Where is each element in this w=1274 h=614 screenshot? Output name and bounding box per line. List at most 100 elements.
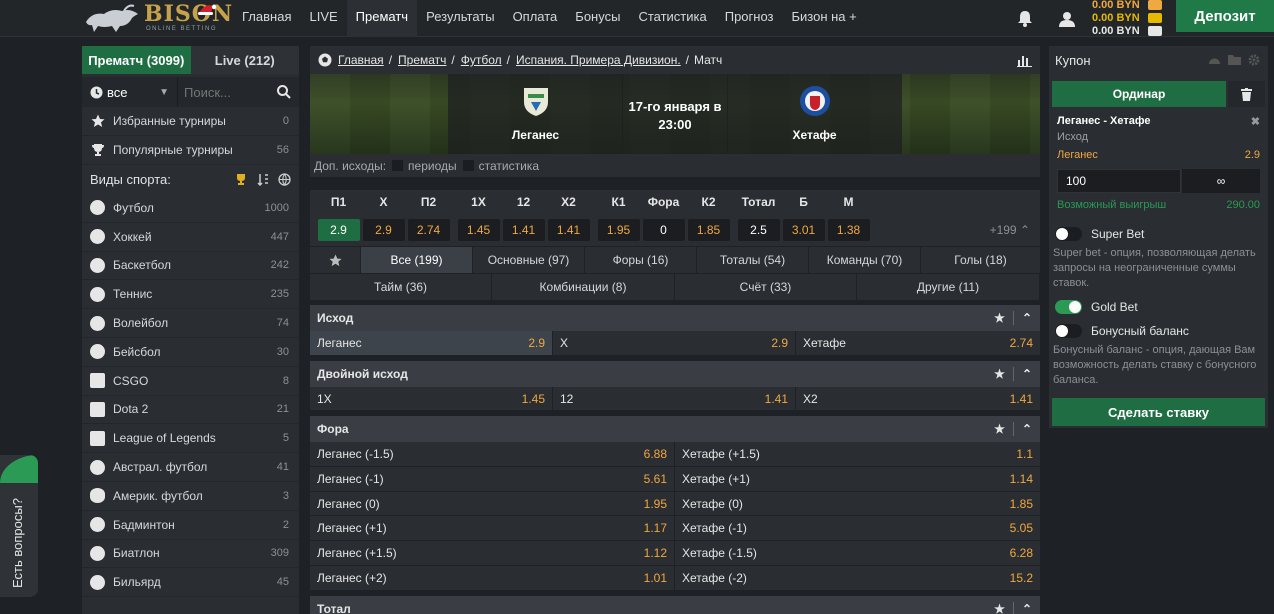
handicap-away[interactable]: Хетафе (-1.5) 6.28 xyxy=(675,541,1040,565)
sport-item-biathlon[interactable]: Биатлон 309 xyxy=(82,539,299,569)
close-icon[interactable]: ✖ xyxy=(1251,115,1260,128)
sport-item-tennis[interactable]: Теннис 235 xyxy=(82,280,299,310)
handicap-home[interactable]: Леганес (-1) 5.61 xyxy=(310,467,675,491)
popular-tournaments[interactable]: Популярные турниры 56 xyxy=(82,136,299,165)
gear-icon[interactable] xyxy=(1248,54,1260,66)
nav-forecast[interactable]: Прогноз xyxy=(716,0,783,37)
breadcrumb-home[interactable]: Главная xyxy=(338,53,384,67)
sport-item-billiards[interactable]: Бильярд 45 xyxy=(82,568,299,598)
sport-item-lol[interactable]: League of Legends 5 xyxy=(82,424,299,454)
trophy-sort-icon[interactable] xyxy=(234,173,248,186)
sport-item-volleyball[interactable]: Волейбол 74 xyxy=(82,309,299,338)
sport-item-basketball[interactable]: Баскетбол 242 xyxy=(82,251,299,281)
breadcrumb-prematch[interactable]: Прематч xyxy=(398,53,446,67)
nav-prematch[interactable]: Прематч xyxy=(346,0,418,37)
goldbet-toggle[interactable] xyxy=(1055,300,1082,314)
market-outcome-header[interactable]: Исход ★ ⌃ xyxy=(310,305,1040,331)
star-icon[interactable]: ★ xyxy=(994,311,1005,325)
handicap-away[interactable]: Хетафе (0) 1.85 xyxy=(675,491,1040,516)
quick-odd-total[interactable]: 2.5 xyxy=(736,219,781,241)
sport-item-dota2[interactable]: Dota 2 21 xyxy=(82,395,299,425)
speedometer-icon[interactable] xyxy=(1208,54,1221,66)
handicap-home[interactable]: Леганес (+1) 1.17 xyxy=(310,516,675,541)
market-handicap-header[interactable]: Фора ★ ⌃ xyxy=(310,416,1040,443)
sport-item-baseball[interactable]: Бейсбол 30 xyxy=(82,337,299,367)
tab-combinations[interactable]: Комбинации (8) xyxy=(492,274,674,300)
tab-other[interactable]: Другие (11) xyxy=(857,274,1039,300)
globe-icon[interactable] xyxy=(278,173,291,186)
quick-odd-over[interactable]: 3.01 xyxy=(781,219,826,241)
tab-live[interactable]: Live (212) xyxy=(190,46,299,74)
user-icon[interactable] xyxy=(1052,0,1082,37)
superbet-toggle[interactable] xyxy=(1055,227,1082,241)
tab-half[interactable]: Тайм (36) xyxy=(310,274,491,300)
nav-live[interactable]: LIVE xyxy=(300,0,346,37)
tab-totals[interactable]: Тоталы (54) xyxy=(697,247,808,273)
quick-odd-under[interactable]: 1.38 xyxy=(826,219,871,241)
market-total-header[interactable]: Тотал ★ ⌃ xyxy=(310,595,1040,614)
favorite-tournaments[interactable]: Избранные турниры 0 xyxy=(82,107,299,136)
bell-icon[interactable] xyxy=(1010,0,1040,37)
bison-logo[interactable]: BISON ONLINE BETTING xyxy=(80,0,232,37)
sport-item-hockey[interactable]: Хоккей 447 xyxy=(82,222,299,252)
deposit-button[interactable]: Депозит xyxy=(1176,0,1274,32)
nav-home[interactable]: Главная xyxy=(233,0,300,37)
handicap-home[interactable]: Леганес (+2) 1.01 xyxy=(310,565,675,590)
handicap-home[interactable]: Леганес (-1.5) 6.88 xyxy=(310,442,675,467)
trash-icon[interactable] xyxy=(1228,81,1265,107)
handicap-home[interactable]: Леганес (+1.5) 1.12 xyxy=(310,541,675,565)
nav-statistics[interactable]: Статистика xyxy=(629,0,715,37)
help-chat-tab[interactable]: Есть вопросы? xyxy=(0,455,38,597)
quick-odd-k1[interactable]: 1.95 xyxy=(596,219,641,241)
sort-icon[interactable] xyxy=(257,173,269,186)
more-markets-button[interactable]: +199 ⌃ xyxy=(990,223,1030,237)
stats-chart-icon[interactable] xyxy=(1017,54,1032,67)
sport-item-american-football[interactable]: Америк. футбол 3 xyxy=(82,481,299,511)
star-icon[interactable]: ★ xyxy=(994,422,1005,436)
nav-results[interactable]: Результаты xyxy=(417,0,503,37)
star-icon[interactable]: ★ xyxy=(994,602,1005,614)
home-team[interactable]: Леганес xyxy=(448,74,623,154)
quick-odd-x[interactable]: 2.9 xyxy=(361,219,406,241)
quick-odd-12[interactable]: 1.41 xyxy=(501,219,546,241)
search-icon[interactable] xyxy=(277,85,291,99)
quick-odd-p2[interactable]: 2.74 xyxy=(406,219,451,241)
chevron-up-icon[interactable]: ⌃ xyxy=(1022,422,1032,436)
chevron-up-icon[interactable]: ⌃ xyxy=(1022,602,1032,614)
nav-payment[interactable]: Оплата xyxy=(504,0,567,37)
search-input[interactable] xyxy=(178,84,268,100)
sport-item-csgo[interactable]: CSGO 8 xyxy=(82,366,299,396)
tab-all[interactable]: Все (199) xyxy=(361,247,472,273)
bonus-balance-toggle[interactable] xyxy=(1055,324,1082,338)
nav-bison-plus[interactable]: Бизон на + xyxy=(783,0,866,37)
balances[interactable]: 0.00 BYN 0.00 BYN 0.00 BYN xyxy=(1092,0,1172,37)
market-double-header[interactable]: Двойной исход ★ ⌃ xyxy=(310,360,1040,387)
single-bet-button[interactable]: Ординар xyxy=(1052,81,1226,107)
double-1x[interactable]: 1X 1.45 xyxy=(310,386,553,411)
outcome-away[interactable]: Хетафе 2.74 xyxy=(796,331,1040,355)
tab-goals[interactable]: Голы (18) xyxy=(921,247,1040,273)
statistics-checkbox[interactable] xyxy=(462,160,474,171)
breadcrumb-league[interactable]: Испания. Примера Дивизион. xyxy=(516,53,681,67)
double-12[interactable]: 12 1.41 xyxy=(553,386,796,411)
sport-item-badminton[interactable]: Бадминтон 2 xyxy=(82,510,299,540)
favorites-star-tab[interactable] xyxy=(310,247,360,273)
handicap-away[interactable]: Хетафе (+1) 1.14 xyxy=(675,467,1040,491)
nav-bonuses[interactable]: Бонусы xyxy=(566,0,629,37)
quick-odd-p1[interactable]: 2.9 xyxy=(316,219,361,241)
handicap-away[interactable]: Хетафе (-2) 15.2 xyxy=(675,565,1040,590)
folder-icon[interactable] xyxy=(1228,54,1241,65)
sport-item-football[interactable]: Футбол 1000 xyxy=(82,194,299,223)
quick-odd-k2[interactable]: 1.85 xyxy=(686,219,731,241)
away-team[interactable]: Хетафе xyxy=(727,74,902,154)
tab-score[interactable]: Счёт (33) xyxy=(675,274,856,300)
tab-prematch[interactable]: Прематч (3099) xyxy=(82,46,191,74)
periods-checkbox[interactable] xyxy=(392,160,404,171)
chevron-up-icon[interactable]: ⌃ xyxy=(1022,367,1032,381)
quick-odd-x2[interactable]: 1.41 xyxy=(546,219,591,241)
period-select[interactable]: все ▼ xyxy=(82,85,177,100)
tab-teams[interactable]: Команды (70) xyxy=(809,247,920,273)
chevron-up-icon[interactable]: ⌃ xyxy=(1022,311,1032,325)
handicap-away[interactable]: Хетафе (-1) 5.05 xyxy=(675,516,1040,541)
handicap-away[interactable]: Хетафе (+1.5) 1.1 xyxy=(675,442,1040,467)
